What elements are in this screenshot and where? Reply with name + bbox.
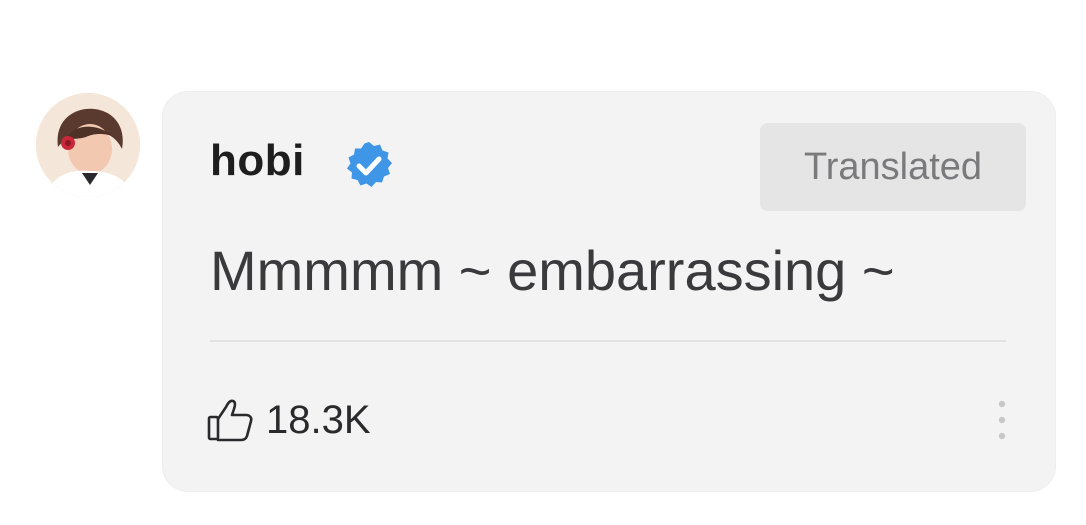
- vertical-ellipsis-icon: [998, 400, 1006, 440]
- avatar-photo: [36, 93, 140, 197]
- thumbs-up-icon: [207, 399, 253, 442]
- avatar[interactable]: [36, 93, 140, 197]
- comment-card: hobi Translated Mmmmm ~ embarrassing ~ 1…: [162, 91, 1056, 492]
- like-count: 18.3K: [266, 398, 371, 442]
- username[interactable]: hobi: [210, 135, 305, 187]
- divider: [210, 340, 1006, 342]
- verified-badge-icon: [347, 142, 392, 187]
- comment-text: Mmmmm ~ embarrassing ~: [210, 239, 895, 302]
- translated-badge[interactable]: Translated: [760, 123, 1026, 211]
- more-options-button[interactable]: [988, 397, 1016, 443]
- like-button[interactable]: 18.3K: [206, 397, 371, 443]
